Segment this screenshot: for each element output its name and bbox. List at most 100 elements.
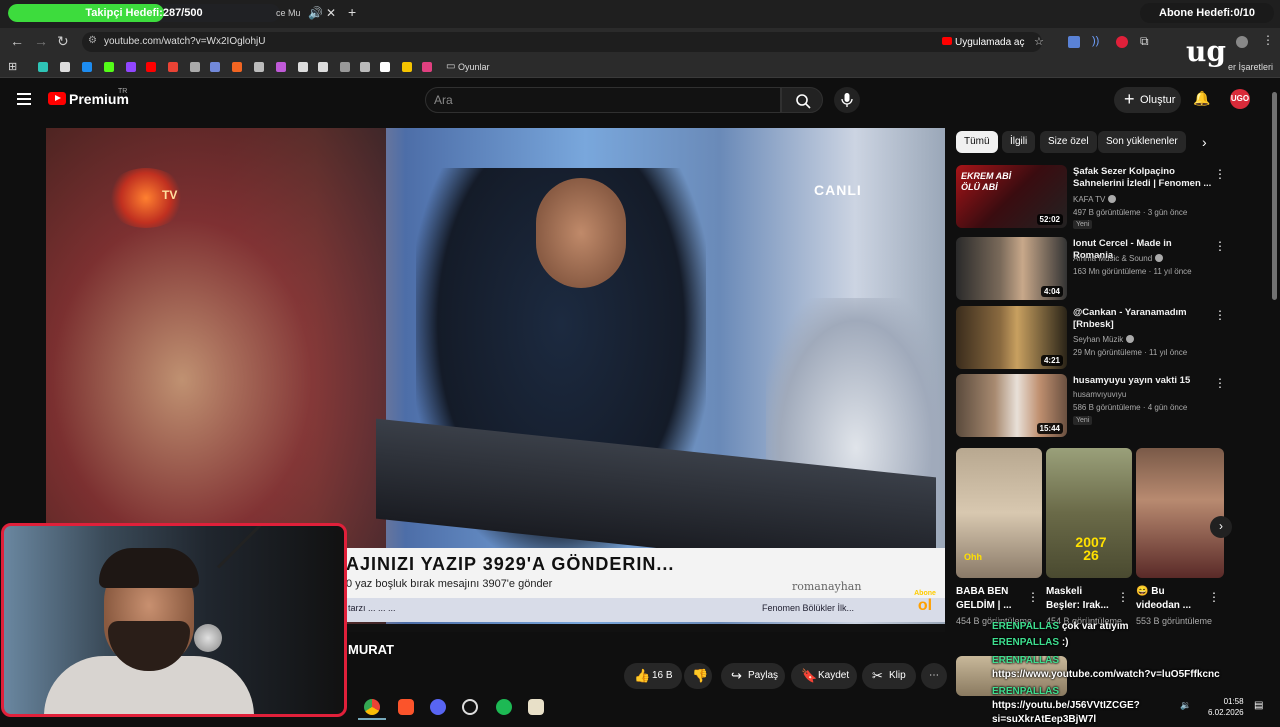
kick-icon[interactable] bbox=[104, 62, 114, 72]
speaker-icon[interactable]: 🔊 bbox=[308, 6, 323, 20]
app-icon-3[interactable] bbox=[430, 699, 446, 715]
brave-icon[interactable] bbox=[398, 699, 414, 715]
recommendation-thumbnail[interactable]: 15:44 bbox=[956, 374, 1067, 437]
bookmark-icon-16[interactable] bbox=[360, 62, 370, 72]
more-vertical-icon[interactable]: ⋮ bbox=[1214, 239, 1226, 253]
hamburger-menu-icon[interactable] bbox=[17, 93, 31, 105]
recommendation-item[interactable]: 4:04 Ionut Cercel - Made in Romania Amma… bbox=[956, 237, 1256, 301]
short-title[interactable]: Maskeli Beşler: Irak... bbox=[1046, 585, 1118, 613]
bookmark-icon-9[interactable] bbox=[210, 62, 220, 72]
share-icon: ↪ bbox=[731, 668, 742, 683]
voice-search-button[interactable] bbox=[834, 87, 860, 113]
x-icon[interactable] bbox=[60, 62, 70, 72]
youtube-logo-icon[interactable] bbox=[48, 92, 66, 105]
dislike-button[interactable]: 👎 bbox=[684, 663, 712, 689]
bookmark-icon-13[interactable] bbox=[298, 62, 308, 72]
obs-icon[interactable] bbox=[462, 699, 478, 715]
new-tab-icon[interactable]: + bbox=[348, 4, 356, 20]
more-vertical-icon[interactable]: ⋮ bbox=[1214, 167, 1226, 181]
notifications-bell-icon[interactable]: 🔔 bbox=[1193, 90, 1210, 106]
extensions-puzzle-icon[interactable]: ⧉ bbox=[1140, 34, 1149, 49]
recommendation-channel[interactable]: Amma Music & Sound bbox=[1073, 254, 1164, 263]
extension-record-icon[interactable] bbox=[1116, 36, 1128, 48]
more-vertical-icon[interactable]: ⋮ bbox=[1214, 376, 1226, 390]
gmail-icon[interactable] bbox=[168, 62, 178, 72]
app-icon-6[interactable] bbox=[528, 699, 544, 715]
chip-all[interactable]: Tümü bbox=[956, 131, 998, 153]
recommendation-channel[interactable]: Seyhan Müzik bbox=[1073, 335, 1135, 344]
open-in-app-button[interactable]: Uygulamada aç bbox=[942, 37, 1024, 48]
more-vertical-icon[interactable]: ⋮ bbox=[1214, 308, 1226, 322]
recommendation-thumbnail[interactable]: 4:21 bbox=[956, 306, 1067, 369]
bookmark-icon-19[interactable] bbox=[422, 62, 432, 72]
recommendation-channel[interactable]: husamvıyuvıyu bbox=[1073, 390, 1126, 399]
chrome-icon[interactable] bbox=[364, 699, 380, 715]
recommendation-thumbnail[interactable]: EKREM ABİ ÖLÜ ABİ 52:02 bbox=[956, 165, 1067, 228]
chip-related[interactable]: İlgili bbox=[1002, 131, 1036, 153]
chips-next-icon[interactable]: › bbox=[1202, 134, 1207, 150]
follower-goal-text: Takipçi Hedefi:287/500 bbox=[85, 7, 203, 19]
bluesky-icon[interactable] bbox=[82, 62, 92, 72]
more-actions-button[interactable]: ⋯ bbox=[921, 663, 947, 689]
short-thumbnail[interactable]: 2007 26 bbox=[1046, 448, 1132, 578]
bookmark-folder-oyunlar[interactable]: Oyunlar bbox=[458, 62, 490, 72]
bookmark-icon-12[interactable] bbox=[276, 62, 286, 72]
close-tab-icon[interactable]: ✕ bbox=[326, 6, 336, 20]
forward-icon[interactable]: → bbox=[34, 33, 48, 49]
short-thumbnail[interactable] bbox=[1136, 448, 1224, 578]
search-button[interactable] bbox=[781, 87, 823, 113]
save-button[interactable]: 🔖 Kaydet bbox=[791, 663, 857, 689]
system-clock[interactable]: 01:58 6.02.2026 bbox=[1208, 696, 1244, 718]
short-title[interactable]: 😄 Bu videodan ... bbox=[1136, 585, 1208, 613]
more-vertical-icon[interactable]: ⋮ bbox=[1117, 590, 1129, 604]
star-icon[interactable]: ☆ bbox=[1034, 35, 1044, 48]
bookmark-icon-1[interactable] bbox=[38, 62, 48, 72]
all-bookmarks-label[interactable]: er İşaretleri bbox=[1228, 62, 1273, 72]
recommendation-thumbnail[interactable]: 4:04 bbox=[956, 237, 1067, 300]
short-title[interactable]: BABA BEN GELDİM | ... bbox=[956, 585, 1028, 613]
short-thumbnail[interactable]: Ohh bbox=[956, 448, 1042, 578]
bookmark-icon-14[interactable] bbox=[318, 62, 328, 72]
bookmark-icon-15[interactable] bbox=[340, 62, 350, 72]
search-input[interactable] bbox=[425, 87, 781, 113]
page-scrollbar[interactable] bbox=[1272, 92, 1277, 300]
tab-title[interactable]: ce Mu bbox=[276, 8, 301, 18]
spotify-icon[interactable] bbox=[496, 699, 512, 715]
extension-wave-icon[interactable]: )) bbox=[1092, 35, 1099, 47]
extension-translate-icon[interactable] bbox=[1068, 36, 1080, 48]
bookmark-icon-18[interactable] bbox=[402, 62, 412, 72]
twitch-icon[interactable] bbox=[126, 62, 136, 72]
browser-menu-icon[interactable]: ⋮ bbox=[1262, 33, 1274, 47]
recommendation-title[interactable]: husamyuyu yayın vakti 15 bbox=[1073, 375, 1213, 387]
account-avatar[interactable]: UGO bbox=[1230, 89, 1250, 109]
shorts-next-button[interactable]: › bbox=[1210, 516, 1232, 538]
bookmark-icon-8[interactable] bbox=[190, 62, 200, 72]
reload-icon[interactable]: ↻ bbox=[57, 33, 69, 50]
create-button[interactable]: Oluştur bbox=[1114, 87, 1181, 113]
url-field[interactable]: ⚙ youtube.com/watch?v=Wx2IOglohjU Uygula… bbox=[82, 32, 1044, 52]
youtube-bookmark-icon[interactable] bbox=[146, 62, 156, 72]
recommendation-title[interactable]: @Cankan - Yaranamadım [Rnbesk] bbox=[1073, 307, 1213, 331]
site-info-icon[interactable]: ⚙ bbox=[88, 35, 97, 46]
share-button[interactable]: ↪ Paylaş bbox=[721, 663, 785, 689]
bookmark-icon-10[interactable] bbox=[232, 62, 242, 72]
bookmark-icon-11[interactable] bbox=[254, 62, 264, 72]
apps-grid-icon[interactable]: ⊞ bbox=[8, 60, 17, 73]
recommendation-title[interactable]: Şafak Sezer Kolpaçino Sahnelerini İzledi… bbox=[1073, 166, 1213, 190]
thumbs-up-icon: 👍 bbox=[634, 668, 651, 683]
chip-recent[interactable]: Son yüklenenler bbox=[1098, 131, 1186, 153]
recommendation-item[interactable]: 15:44 husamyuyu yayın vakti 15 husamvıyu… bbox=[956, 374, 1256, 438]
chip-for-you[interactable]: Size özel bbox=[1040, 131, 1097, 153]
system-tray-icon[interactable]: 🔉 bbox=[1180, 700, 1191, 711]
recommendation-item[interactable]: EKREM ABİ ÖLÜ ABİ 52:02 Şafak Sezer Kolp… bbox=[956, 165, 1256, 229]
back-icon[interactable]: ← bbox=[10, 33, 24, 49]
bookmark-icon-17[interactable] bbox=[380, 62, 390, 72]
clip-button[interactable]: ✂ Klip bbox=[862, 663, 916, 689]
like-button[interactable]: 👍 16 B bbox=[624, 663, 682, 689]
notification-center-icon[interactable]: ▤ bbox=[1254, 700, 1263, 711]
recommendation-channel[interactable]: KAFA TV bbox=[1073, 195, 1117, 204]
recommendation-item[interactable]: 4:21 @Cankan - Yaranamadım [Rnbesk] Seyh… bbox=[956, 306, 1256, 370]
more-vertical-icon[interactable]: ⋮ bbox=[1208, 590, 1220, 604]
profile-icon[interactable] bbox=[1236, 36, 1248, 48]
more-vertical-icon[interactable]: ⋮ bbox=[1027, 590, 1039, 604]
